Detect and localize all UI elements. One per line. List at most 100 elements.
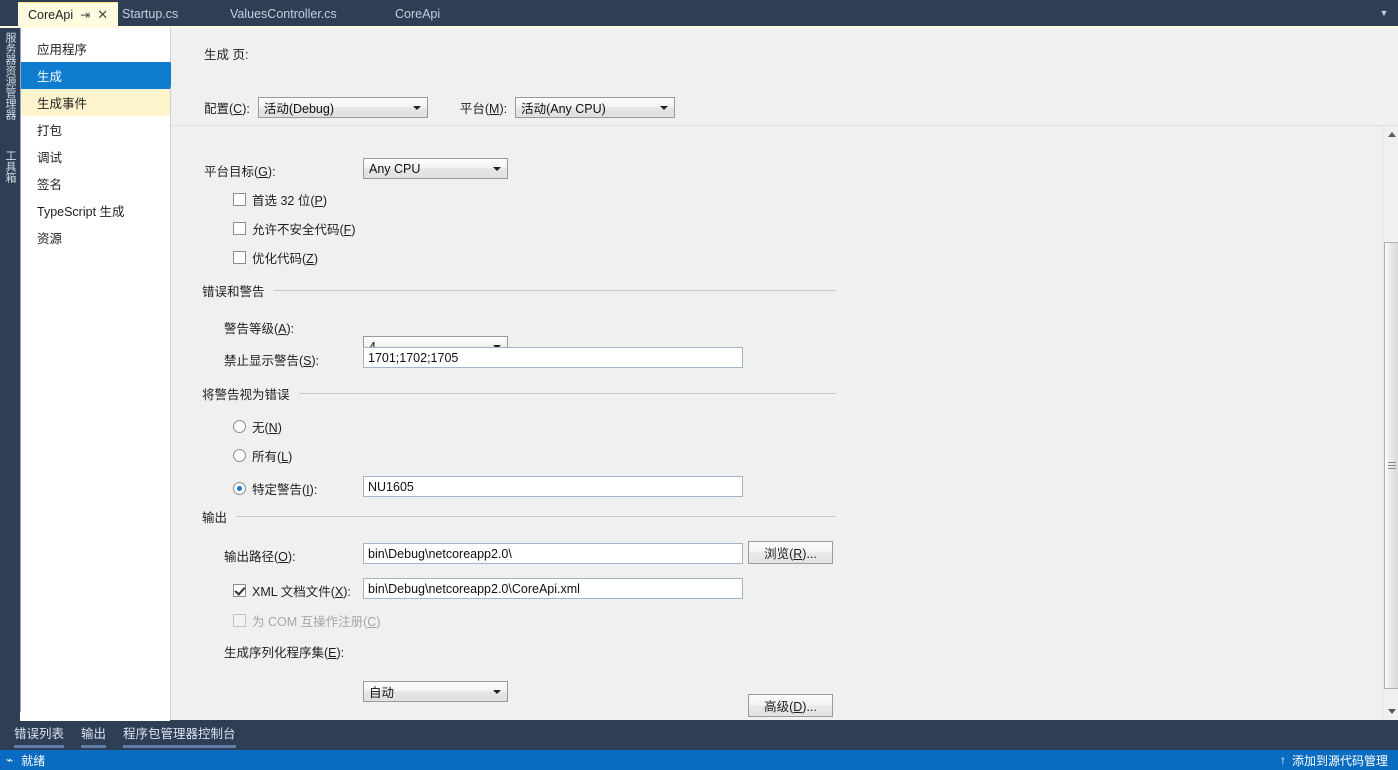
platform-target-value: Any CPU — [369, 161, 421, 176]
platform-target-combobox[interactable]: Any CPU — [363, 158, 508, 179]
tab-coreapi-properties[interactable]: CoreApi ⇥ ✕ — [18, 2, 119, 26]
checkbox-box — [233, 614, 246, 627]
chevron-down-icon — [660, 105, 669, 110]
sidebar-item-label: 打包 — [37, 124, 63, 138]
sidebar-item-typescript-build[interactable]: TypeScript 生成 — [21, 197, 170, 224]
checkbox-label: 允许不安全代码(F) — [252, 223, 356, 237]
checkbox-label: 为 COM 互操作注册(C) — [252, 615, 381, 629]
suppress-warnings-input[interactable]: 1701;1702;1705 — [363, 347, 743, 368]
treat-warnings-none-radio[interactable]: 无(N) — [233, 417, 282, 436]
browse-button[interactable]: 浏览(R)... — [748, 541, 833, 564]
sidebar-item-resources[interactable]: 资源 — [21, 224, 170, 251]
sidebar-item-package[interactable]: 打包 — [21, 116, 170, 143]
group-rule — [298, 393, 836, 394]
properties-vertical-scrollbar[interactable] — [1382, 126, 1398, 720]
dock-server-explorer[interactable]: 服务器资源管理器 — [2, 32, 18, 120]
sidebar-item-label: 调试 — [37, 151, 63, 165]
scrollbar-thumb[interactable] — [1384, 242, 1398, 689]
tab-label: Startup.cs — [122, 7, 179, 21]
advanced-button[interactable]: 高级(D)... — [748, 694, 833, 717]
chevron-down-icon — [493, 689, 501, 694]
visual-studio-window: CoreApi ⇥ ✕ Startup.cs ValuesController.… — [0, 0, 1398, 770]
xml-doc-file-value: bin\Debug\netcoreapp2.0\CoreApi.xml — [368, 581, 580, 596]
bottom-dock: 错误列表 输出 程序包管理器控制台 — [0, 712, 1398, 750]
browse-button-label: 浏览(R)... — [764, 547, 817, 561]
output-path-input[interactable]: bin\Debug\netcoreapp2.0\ — [363, 543, 743, 564]
status-text: 就绪 — [21, 753, 46, 768]
checkbox-label: 首选 32 位(P) — [252, 194, 328, 208]
checkbox-box — [233, 251, 246, 264]
platform-label: 平台(M): — [459, 102, 508, 116]
treat-warnings-all-radio[interactable]: 所有(L) — [233, 446, 292, 465]
configuration-value: 活动(Debug) — [263, 102, 335, 116]
output-group-header: 输出 — [202, 507, 836, 526]
tab-coreapi[interactable]: CoreApi — [385, 2, 450, 26]
platform-combobox[interactable]: 活动(Any CPU) — [515, 97, 676, 118]
sidebar-item-build-events[interactable]: 生成事件 — [21, 89, 170, 116]
sidebar-item-debug[interactable]: 调试 — [21, 143, 170, 170]
chevron-down-icon — [412, 105, 421, 110]
properties-sidebar: 应用程序 生成 生成事件 打包 调试 签名 TypeScript 生成 资源 — [21, 28, 181, 720]
status-icon: ⌁ — [6, 753, 14, 767]
close-icon[interactable]: ✕ — [97, 8, 108, 21]
group-rule — [236, 516, 836, 517]
bottom-tab-output[interactable]: 输出 — [81, 723, 107, 748]
checkbox-label: XML 文档文件(X): — [252, 585, 351, 599]
sidebar-item-label: 生成事件 — [37, 97, 88, 111]
bottom-tab-label: 输出 — [81, 727, 107, 741]
xml-doc-file-checkbox[interactable]: XML 文档文件(X): — [233, 581, 351, 600]
properties-content: 生成 页: 配置(C): 活动(Debug) 平台(M): 活动(Any CPU… — [171, 28, 1398, 720]
warning-level-label: 警告等级(A): — [224, 322, 295, 336]
configuration-combobox[interactable]: 活动(Debug) — [257, 97, 428, 118]
source-control-up-icon[interactable]: ↑ — [1280, 753, 1286, 767]
page-title: 生成 页: — [204, 48, 249, 62]
project-properties-page: 应用程序 生成 生成事件 打包 调试 签名 TypeScript 生成 资源 生… — [20, 28, 1398, 720]
chevron-down-icon[interactable]: ▼ — [1374, 4, 1394, 22]
group-label: 输出 — [202, 511, 228, 525]
suppress-warnings-value: 1701;1702;1705 — [368, 350, 459, 365]
status-bar: ⌁ 就绪 ↑ 添加到源代码管理 — [0, 750, 1398, 770]
prefer-32bit-checkbox[interactable]: 首选 32 位(P) — [233, 190, 327, 209]
tab-startup-cs[interactable]: Startup.cs — [112, 2, 188, 26]
chevron-down-icon — [493, 166, 501, 171]
properties-scroll-pane: 平台目标(G): Any CPU 首选 32 位(P) 允许不安全代码(F) 优… — [171, 126, 1371, 720]
xml-doc-file-input[interactable]: bin\Debug\netcoreapp2.0\CoreApi.xml — [363, 578, 743, 599]
bottom-dock-edge — [20, 712, 170, 721]
specific-warnings-input[interactable]: NU1605 — [363, 476, 743, 497]
bottom-tab-error-list[interactable]: 错误列表 — [14, 723, 65, 748]
sidebar-item-label: 资源 — [37, 232, 63, 246]
radio-box — [233, 449, 246, 462]
sidebar-item-label: 签名 — [37, 178, 63, 192]
radio-box — [233, 482, 246, 495]
tab-label: CoreApi — [395, 7, 441, 21]
allow-unsafe-code-checkbox[interactable]: 允许不安全代码(F) — [233, 219, 355, 238]
group-label: 将警告视为错误 — [202, 388, 290, 402]
checkbox-box — [233, 193, 246, 206]
add-to-source-control-label[interactable]: 添加到源代码管理 — [1292, 752, 1388, 769]
bottom-tab-package-manager-console[interactable]: 程序包管理器控制台 — [123, 723, 236, 748]
radio-label: 特定警告(I): — [252, 483, 318, 497]
errors-warnings-group-header: 错误和警告 — [202, 281, 836, 300]
sidebar-item-build[interactable]: 生成 — [21, 62, 181, 89]
pin-icon[interactable]: ⇥ — [80, 9, 90, 21]
tab-valuescontroller-cs[interactable]: ValuesController.cs — [220, 2, 347, 26]
platform-value: 活动(Any CPU) — [521, 102, 606, 116]
sidebar-item-signing[interactable]: 签名 — [21, 170, 170, 197]
sidebar-item-label: 生成 — [37, 70, 63, 84]
serialization-assembly-value: 自动 — [369, 686, 395, 700]
scroll-down-icon[interactable] — [1383, 703, 1398, 720]
optimize-code-checkbox[interactable]: 优化代码(Z) — [233, 248, 318, 267]
scrollbar-grip-icon — [1387, 462, 1396, 469]
scroll-up-icon[interactable] — [1383, 126, 1398, 143]
bottom-tab-label: 程序包管理器控制台 — [123, 727, 236, 741]
radio-label: 所有(L) — [252, 450, 293, 464]
group-rule — [273, 290, 836, 291]
platform-target-label: 平台目标(G): — [204, 165, 276, 179]
treat-warnings-specific-radio[interactable]: 特定警告(I): — [233, 479, 317, 498]
sidebar-item-application[interactable]: 应用程序 — [21, 35, 170, 62]
dock-toolbox[interactable]: 工具箱 — [2, 150, 18, 183]
specific-warnings-value: NU1605 — [368, 479, 414, 494]
serialization-assembly-label: 生成序列化程序集(E): — [224, 646, 345, 660]
serialization-assembly-combobox[interactable]: 自动 — [363, 681, 508, 702]
output-path-value: bin\Debug\netcoreapp2.0\ — [368, 546, 512, 561]
